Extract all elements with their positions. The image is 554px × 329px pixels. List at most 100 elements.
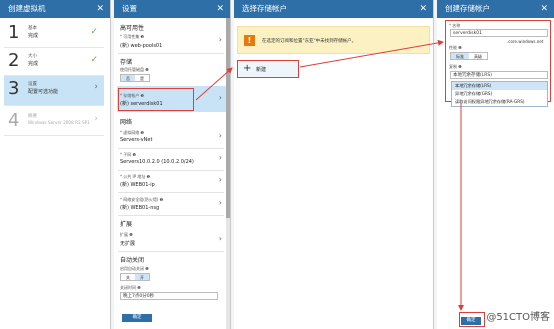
ok-button[interactable]: 确定 [122,314,152,322]
network-heading: 网络 [120,119,133,126]
scrollbar[interactable] [226,18,230,329]
public-ip-value[interactable]: (新) WEB01-ip [120,181,155,188]
choose-storage-title: 选择存储帐户 [242,4,287,13]
new-storage-button[interactable]: + 新建 [237,60,299,78]
warning-icon: ! [244,35,255,46]
step-number: 1 [8,22,20,43]
high-availability-heading: 高可用性 [120,25,145,32]
chevron-right-icon: › [218,131,222,140]
chevron-right-icon: › [94,114,98,124]
close-icon[interactable]: ✕ [540,0,548,18]
chevron-right-icon: › [218,93,222,102]
step-status: 完成 [28,33,39,39]
divider [118,215,224,216]
nsg-label: * 网络安全组(防火墙) ❶ [120,197,164,202]
toggle-yes[interactable]: 是 [135,75,149,81]
replication-label: 复制 ❶ [449,64,462,69]
replication-dropdown[interactable]: 本地冗余存储(LRS) 异地冗余存储(GRS) 读取访问权限异地冗余存储(RA-… [451,81,548,107]
extensions-label: 扩展 ❶ [120,232,133,237]
settings-title: 设置 [122,4,137,13]
close-icon[interactable]: ✕ [96,0,104,18]
checkmark-icon: ✓ [90,55,98,65]
divider [118,251,224,252]
create-storage-header: 创建存储帐户 ✕ [437,0,554,18]
divider [118,53,224,54]
step-number: 3 [8,78,20,99]
performance-label: 性能 ❶ [449,45,462,50]
chevron-right-icon: › [218,35,222,44]
azure-portal: 创建虚拟机 ✕ 1 基本 完成 ✓ 2 大小 完成 ✓ 3 设置 配置可选功能 … [0,0,554,329]
choose-storage-header: 选择存储帐户 ✕ [234,0,433,18]
toggle-no[interactable]: 否 [121,75,135,81]
step-title: 大小 [28,54,37,59]
chevron-right-icon: › [218,175,222,184]
divider [118,170,224,171]
new-label: 新建 [256,67,267,73]
choose-storage-blade: 选择存储帐户 ✕ ! 在选定的订阅和位置"东亚"中未找到存储帐户。 [234,0,434,329]
subnet-label: * 子网 ❶ [120,152,137,157]
create-vm-title: 创建虚拟机 [8,4,46,13]
divider [118,148,224,149]
nsg-value[interactable]: (新) WEB01-nsg [120,204,159,211]
step-number: 2 [8,50,20,71]
warning-banner: ! 在选定的订阅和位置"东亚"中未找到存储帐户。 [237,26,430,54]
public-ip-label: * 公共 IP 地址 ❶ [120,174,151,179]
subnet-value[interactable]: Servers10.0.2.0 (10.0.2.0/24) [120,159,194,165]
create-storage-blade: 创建存储帐户 ✕ * 名称 serverdisk01 .core.windows… [437,0,554,329]
toggle-off[interactable]: 关 [121,274,135,280]
toggle-on[interactable]: 开 [135,274,149,280]
ok-highlight [459,312,485,327]
shutdown-time-label: 关闭时间 ❶ [120,285,141,290]
auto-shutdown-toggle[interactable]: 关 开 [120,273,150,281]
vnet-value[interactable]: Servers-vNet [120,137,152,143]
extensions-heading: 扩展 [120,221,133,228]
close-icon[interactable]: ✕ [419,0,427,18]
step-number: 4 [8,110,20,131]
replication-option[interactable]: 异地冗余存储(GRS) [452,90,547,98]
create-vm-blade: 创建虚拟机 ✕ 1 基本 完成 ✓ 2 大小 完成 ✓ 3 设置 配置可选功能 … [0,0,111,329]
settings-blade: 设置 ✕ 高可用性 * 可用性集 ❶ (新) web-pools01 › 存储 … [114,0,231,329]
step-summary[interactable]: 4 摘要 Windows Server 2008 R2 SP1 › [4,108,104,136]
step-title: 摘要 [28,114,37,119]
step-basics[interactable]: 1 基本 完成 ✓ [4,20,104,48]
step-status: Windows Server 2008 R2 SP1 [28,120,90,125]
chevron-right-icon: › [218,198,222,207]
replication-option[interactable]: 读取访问权限异地冗余存储(RA-GRS) [452,98,547,106]
toggle-premium[interactable]: 高级 [469,53,487,59]
storage-account-value[interactable]: (新) serverdisk01 [120,100,163,107]
shutdown-time-input[interactable]: 晚上7点0分0秒 [120,292,218,300]
vnet-label: * 虚拟网络 ❶ [120,130,145,135]
create-storage-title: 创建存储帐户 [445,4,490,13]
toggle-standard[interactable]: 标准 [451,53,469,59]
domain-suffix: .core.windows.net [507,39,544,44]
scrollbar-thumb[interactable] [226,18,230,218]
availability-set-label: * 可用性集 ❶ [120,34,145,39]
replication-select[interactable]: 本地冗余存储(LRS) [450,71,548,79]
performance-toggle[interactable]: 标准 高级 [450,52,488,60]
storage-heading: 存储 [120,59,133,66]
replication-option[interactable]: 本地冗余存储(LRS) [452,82,547,90]
managed-disks-label: 使用托管磁盘 ❶ [120,67,149,72]
name-input[interactable]: serverdisk01 [450,29,548,37]
step-title: 设置 [28,82,37,87]
plus-icon: + [243,63,252,74]
extensions-value[interactable]: 无扩展 [120,240,135,247]
managed-disks-toggle[interactable]: 否 是 [120,74,150,82]
watermark: @51CTO博客 [486,312,550,323]
auto-shutdown-heading: 自动关闭 [120,257,145,264]
step-settings[interactable]: 3 设置 配置可选功能 › [4,76,104,106]
create-vm-header: 创建虚拟机 ✕ [0,0,110,18]
divider [118,192,224,193]
close-icon[interactable]: ✕ [216,0,224,18]
chevron-right-icon: › [218,234,222,243]
settings-header: 设置 ✕ [114,0,230,18]
chevron-right-icon: › [94,82,98,92]
warning-text: 在选定的订阅和位置"东亚"中未找到存储帐户。 [262,39,357,44]
step-size[interactable]: 2 大小 完成 ✓ [4,48,104,76]
checkmark-icon: ✓ [90,27,98,37]
auto-shutdown-label: 启用自动关闭 ❶ [120,266,149,271]
step-status: 配置可选功能 [28,89,59,95]
chevron-right-icon: › [218,153,222,162]
availability-set-value[interactable]: (新) web-pools01 [120,42,162,49]
storage-account-label: * 存储帐户 ❶ [120,93,145,98]
